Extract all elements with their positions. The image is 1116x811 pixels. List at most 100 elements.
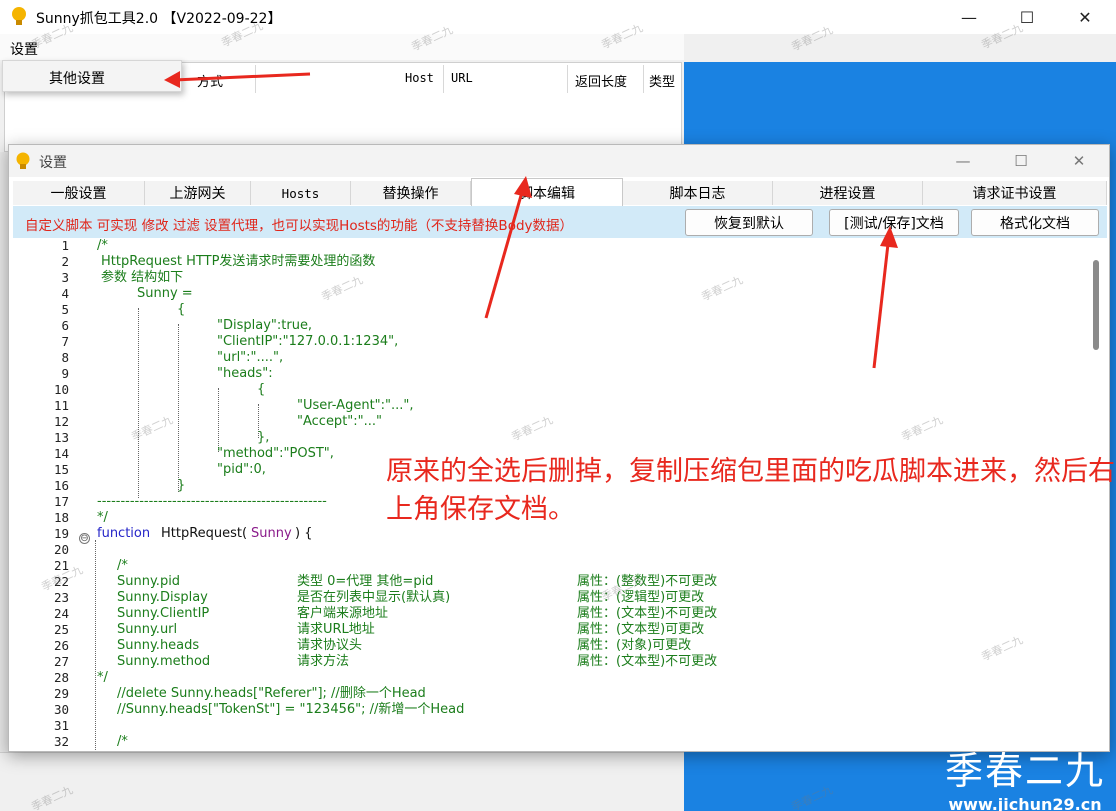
line-number: 30 [53,702,69,717]
window-title: Sunny抓包工具2.0 【V2022-09-22】 [36,11,282,27]
code-line: Sunny.ClientIP [117,606,210,621]
settings-dialog: 设置 — ☐ ✕ 一般设置 上游网关 Hosts 替换操作 脚本编辑 脚本日志 … [8,144,1110,752]
code-line: "url":"....", [217,350,284,365]
maximize-button[interactable]: ☐ [1004,4,1050,30]
screenshot-root: Sunny抓包工具2.0 【V2022-09-22】 — ☐ ✕ 设置 方式 H… [0,0,1116,811]
line-number-gutter: 1 2 3 4 5 6 7 8 9 10 11 12 13 14 15 16 17 18 19 20 21 22 23 24 2… [13,238,93,751]
indent-guide [95,540,96,750]
indent-guide [218,388,219,452]
column-divider [443,65,444,93]
code-line: /* [117,558,128,573]
code-line: "Accept":"..." [297,414,383,429]
code-line: 属性：(文本型)不可更改 [577,654,718,669]
logo-url: www.jichun29.cn [948,795,1102,811]
line-number: 20 [53,542,69,557]
lightbulb-icon [16,152,30,169]
line-number: 28 [53,670,69,685]
code-line: { [257,382,266,397]
code-line: */ [97,670,108,685]
close-button[interactable]: ✕ [1062,4,1108,30]
code-line: }, [257,430,270,445]
menu-item-other-settings[interactable]: 其他设置 [49,68,105,88]
line-number: 22 [53,574,69,589]
code-line: 类型 0=代理 其他=pid [297,574,434,589]
restore-default-button[interactable]: 恢复到默认 [685,209,813,236]
line-number: 9 [61,366,69,381]
settings-dropdown: 其他设置 [2,60,182,92]
annotation-arrow [872,226,898,369]
column-header-host[interactable]: Host [405,71,434,85]
line-number: 25 [53,622,69,637]
menu-settings[interactable]: 设置 [10,39,38,59]
line-number: 1 [61,238,69,253]
line-number: 7 [61,334,69,349]
annotation-arrow [164,71,311,88]
code-line: "method":"POST", [217,446,334,461]
code-line: Sunny.url [117,622,178,637]
line-number: 8 [61,350,69,365]
tab-process[interactable]: 进程设置 [773,181,923,205]
status-area [0,752,684,811]
column-header-url[interactable]: URL [451,71,473,85]
line-number: 21 [53,558,69,573]
code-line: 是否在列表中显示(默认真) [297,590,451,605]
editor-scrollbar[interactable] [1093,260,1099,350]
line-number: 17 [53,494,69,509]
dialog-titlebar: 设置 — ☐ ✕ [9,145,1109,177]
indent-guide [138,308,139,498]
column-divider [567,65,568,93]
code-line: "ClientIP":"127.0.0.1:1234", [217,334,399,349]
column-header-length[interactable]: 返回长度 [575,71,627,90]
dialog-close-button[interactable]: ✕ [1059,149,1099,173]
logo-title: 季春二九 [944,749,1105,793]
tab-certificate[interactable]: 请求证书设置 [923,181,1107,205]
line-number: 23 [53,590,69,605]
dialog-minimize-button[interactable]: — [943,149,983,173]
dialog-maximize-button[interactable]: ☐ [1001,149,1041,173]
tab-replace[interactable]: 替换操作 [351,181,471,205]
code-line: "heads": [217,366,273,381]
tab-hosts[interactable]: Hosts [251,181,351,205]
indent-guide [178,324,179,492]
code-line: "Display":true, [217,318,313,333]
tab-general[interactable]: 一般设置 [13,181,145,205]
code-line: //delete Sunny.heads["Referer"]; //删除一个H… [117,686,426,701]
code-line: "User-Agent":"...", [297,398,414,413]
script-toolbar: 自定义脚本 可实现 修改 过滤 设置代理，也可以实现Hosts的功能（不支持替换… [13,206,1107,238]
column-divider [643,65,644,93]
code-line: 请求URL地址 [297,622,375,637]
minimize-button[interactable]: — [946,4,992,30]
code-line: { [177,302,186,317]
code-line: 属性：(整数型)不可更改 [577,574,718,589]
code-line: 属性：(对象)可更改 [577,638,692,653]
main-titlebar: Sunny抓包工具2.0 【V2022-09-22】 — ☐ ✕ [0,0,1116,34]
code-line: } [177,478,186,493]
line-number: 16 [53,478,69,493]
tab-upstream[interactable]: 上游网关 [145,181,251,205]
code-line: //Sunny.heads["TokenSt"] = "123456"; //新… [117,702,465,717]
column-header-type[interactable]: 类型 [649,71,675,90]
code-line: 属性：(文本型)不可更改 [577,606,718,621]
code-line: Sunny.method [117,654,211,669]
tab-script-log[interactable]: 脚本日志 [623,181,773,205]
code-keyword: function [97,526,151,541]
annotation-text: 原来的全选后删掉，复制压缩包里面的吃瓜脚本进来，然后右上角保存文档。 [386,456,1115,525]
line-number: 24 [53,606,69,621]
code-line: Sunny.Display [117,590,208,605]
code-line: "pid":0, [217,462,266,477]
code-line: ----------------------------------------… [97,494,327,509]
line-number: 29 [53,686,69,701]
code-line: ) { [295,526,313,541]
dialog-title: 设置 [39,155,67,171]
line-number: 19 [53,526,69,541]
code-line: 参数 结构如下 [101,270,184,285]
line-number: 10 [53,382,69,397]
line-number: 2 [61,254,69,269]
code-line: Sunny.pid [117,574,181,589]
code-line: /* [97,238,108,253]
line-number: 31 [53,718,69,733]
format-document-button[interactable]: 格式化文档 [971,209,1099,236]
code-line: Sunny = [137,286,193,301]
fold-toggle-icon[interactable]: ⊖ [79,533,90,544]
panel-edge [0,152,8,752]
